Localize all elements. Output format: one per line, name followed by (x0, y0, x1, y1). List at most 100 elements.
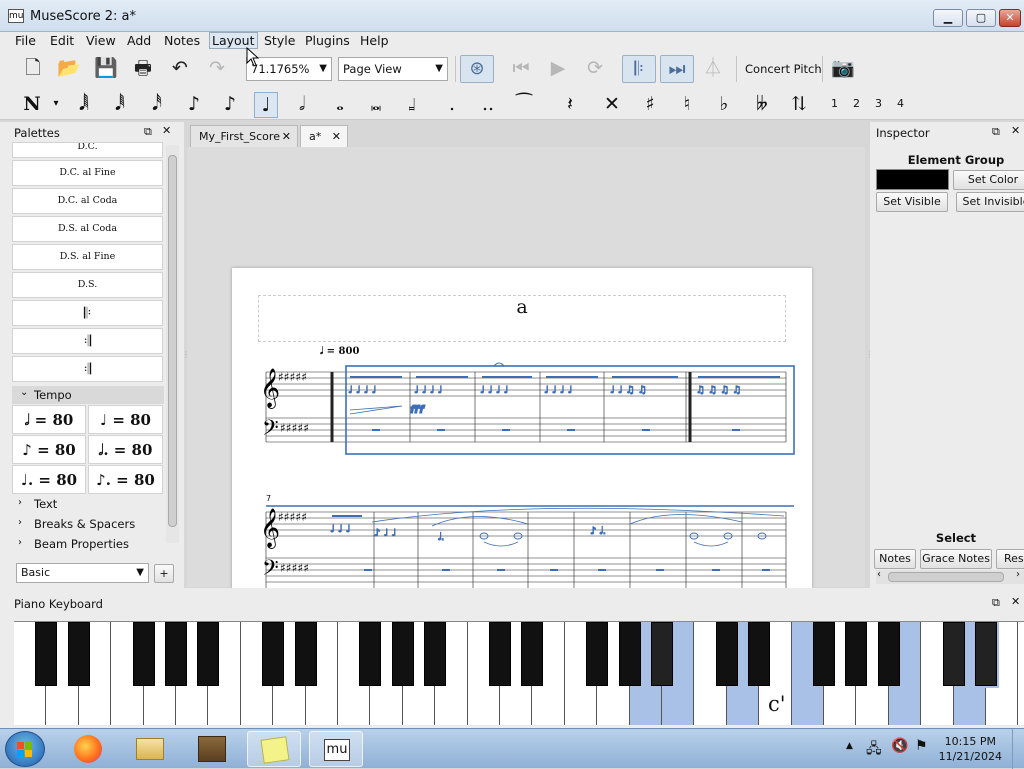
close-tab-icon[interactable]: ✕ (282, 126, 291, 148)
piano-black-key[interactable] (748, 622, 771, 686)
note-input-dropdown-icon[interactable]: ▾ (44, 92, 68, 118)
palette-item-repeat-end-icon[interactable]: 𝄇 (12, 328, 163, 354)
undo-icon[interactable]: ↶ (167, 55, 193, 81)
save-icon[interactable]: 💾 (93, 55, 119, 81)
camera-icon[interactable]: 📷 (830, 55, 856, 81)
close-button[interactable]: ✕ (999, 9, 1021, 27)
menu-file[interactable]: File (15, 33, 36, 48)
tempo-dotted-eighth-note[interactable]: ♪. = 80 (88, 465, 163, 494)
piano-black-key[interactable] (294, 622, 317, 686)
network-icon[interactable]: 🖧 (866, 738, 882, 762)
inspector-horizontal-scrollbar[interactable]: ‹ › (876, 569, 1024, 584)
menu-edit[interactable]: Edit (50, 33, 74, 48)
half-note-icon[interactable]: 𝅗𝅥 (290, 92, 314, 118)
palette-section-text[interactable]: › Text (18, 497, 57, 511)
set-color-button[interactable]: Set Color (953, 170, 1024, 190)
sharp-icon[interactable]: ♯ (638, 92, 662, 118)
select-notes-button[interactable]: Notes (874, 549, 916, 569)
double-dot-icon[interactable]: .. (476, 92, 500, 118)
pan-score-toggle[interactable]: ⏭ (660, 55, 694, 83)
minimize-button[interactable]: ▁ (933, 9, 963, 27)
tab-a[interactable]: a* ✕ (300, 125, 348, 147)
palette-item-ds-al-fine[interactable]: D.S. al Fine (12, 244, 163, 270)
tempo-section-header[interactable]: ⌄ Tempo (12, 386, 164, 404)
tempo-half-note[interactable]: 𝅗𝅥 = 80 (12, 405, 86, 434)
64th-note-icon[interactable]: 𝅘𝅥𝅲 (72, 92, 96, 118)
voice-4-button[interactable]: 4 (897, 97, 904, 110)
piano-black-key[interactable] (942, 622, 965, 686)
tab-my-first-score[interactable]: My_First_Score ✕ (190, 125, 298, 147)
eighth-note-icon[interactable]: ♪ (182, 92, 206, 118)
float-panel-icon[interactable]: ⧉ (144, 125, 152, 139)
taskbar-file-explorer[interactable] (123, 731, 177, 767)
close-tab-icon[interactable]: ✕ (332, 126, 341, 148)
piano-black-key[interactable] (618, 622, 641, 686)
tempo-eighth-note[interactable]: ♪ = 80 (12, 435, 86, 464)
quarter-note-icon[interactable]: ♩ (254, 92, 278, 118)
menu-notes[interactable]: Notes (164, 33, 200, 48)
taskbar-musescore[interactable]: mu (309, 731, 363, 767)
loop-icon[interactable]: ⟳ (582, 55, 608, 81)
piano-black-key[interactable] (165, 622, 187, 686)
menu-help[interactable]: Help (360, 33, 389, 48)
close-panel-icon[interactable]: ✕ (162, 124, 171, 137)
metronome-icon[interactable]: ⏃ (700, 55, 726, 81)
piano-black-key[interactable] (35, 622, 58, 686)
start-button[interactable] (5, 731, 45, 767)
piano-black-key[interactable] (813, 622, 835, 686)
flip-direction-icon[interactable]: ⇅ (787, 92, 811, 118)
piano-black-key[interactable] (586, 622, 609, 686)
chevron-right-icon[interactable]: › (1016, 569, 1020, 580)
tempo-dotted-half-note[interactable]: 𝅗𝅥. = 80 (88, 435, 163, 464)
scroll-thumb[interactable] (888, 572, 1004, 582)
menu-style[interactable]: Style (264, 33, 295, 48)
workspace-select[interactable]: Basic ▼ (16, 563, 149, 583)
palette-item-dc-al-fine[interactable]: D.C. al Fine (12, 160, 163, 186)
augmentation-dot-icon[interactable]: . (440, 92, 464, 118)
menu-add[interactable]: Add (127, 33, 151, 48)
taskbar-minecraft[interactable] (185, 731, 239, 767)
piano-black-key[interactable] (132, 622, 155, 686)
menu-plugins[interactable]: Plugins (305, 33, 350, 48)
play-icon[interactable]: ▶ (545, 55, 571, 81)
piano-black-key[interactable] (359, 622, 382, 686)
voice-2-button[interactable]: 2 (853, 97, 860, 110)
print-icon[interactable]: 🖶 (130, 55, 156, 81)
redo-icon[interactable]: ↷ (204, 55, 230, 81)
taskbar-firefox[interactable] (62, 731, 116, 767)
action-center-flag-icon[interactable]: ⚑ (915, 738, 928, 754)
palette-item-dc[interactable]: D.C. (12, 142, 163, 158)
synthesizer-toggle[interactable]: ⊛ (460, 55, 494, 83)
natural-icon[interactable]: ♮ (675, 92, 699, 118)
double-flat-remove-icon[interactable]: ✕ (600, 92, 624, 118)
palette-item-repeat-both-icon[interactable]: 𝄇 (12, 356, 163, 382)
palette-section-beam[interactable]: › Beam Properties (18, 537, 129, 551)
set-invisible-button[interactable]: Set Invisible (956, 192, 1024, 212)
piano-black-key[interactable] (715, 622, 738, 686)
palette-section-breaks[interactable]: › Breaks & Spacers (18, 517, 135, 531)
show-hidden-icons-icon[interactable]: ▲ (846, 741, 853, 751)
color-swatch[interactable] (876, 169, 949, 190)
menu-view[interactable]: View (86, 33, 116, 48)
palette-item-dc-al-coda[interactable]: D.C. al Coda (12, 188, 163, 214)
repeat-playback-toggle[interactable]: 𝄆 (622, 55, 656, 83)
chevron-left-icon[interactable]: ‹ (877, 569, 881, 580)
palette-item-repeat-start-icon[interactable]: 𝄆 (12, 300, 163, 326)
breve-icon[interactable]: 𝅜 (364, 92, 388, 118)
rewind-icon[interactable]: ⏮ (508, 55, 534, 81)
volume-muted-icon[interactable]: 🔇 (891, 738, 908, 754)
voice-3-button[interactable]: 3 (875, 97, 882, 110)
add-workspace-button[interactable]: + (154, 564, 174, 583)
float-panel-icon[interactable]: ⧉ (992, 125, 1000, 139)
show-desktop-button[interactable] (1012, 729, 1024, 769)
rest-icon[interactable]: 𝄽 (558, 92, 582, 118)
menu-layout[interactable]: Layout (209, 32, 258, 49)
piano-black-key[interactable] (391, 622, 414, 686)
piano-white-key[interactable] (1018, 622, 1024, 725)
tempo-quarter-note[interactable]: ♩ = 80 (88, 405, 163, 434)
tie-icon[interactable]: ⁀ (512, 92, 536, 118)
piano-black-key[interactable] (651, 622, 673, 686)
set-visible-button[interactable]: Set Visible (876, 192, 948, 212)
maximize-button[interactable]: ▢ (966, 9, 996, 27)
close-panel-icon[interactable]: ✕ (1011, 124, 1020, 137)
